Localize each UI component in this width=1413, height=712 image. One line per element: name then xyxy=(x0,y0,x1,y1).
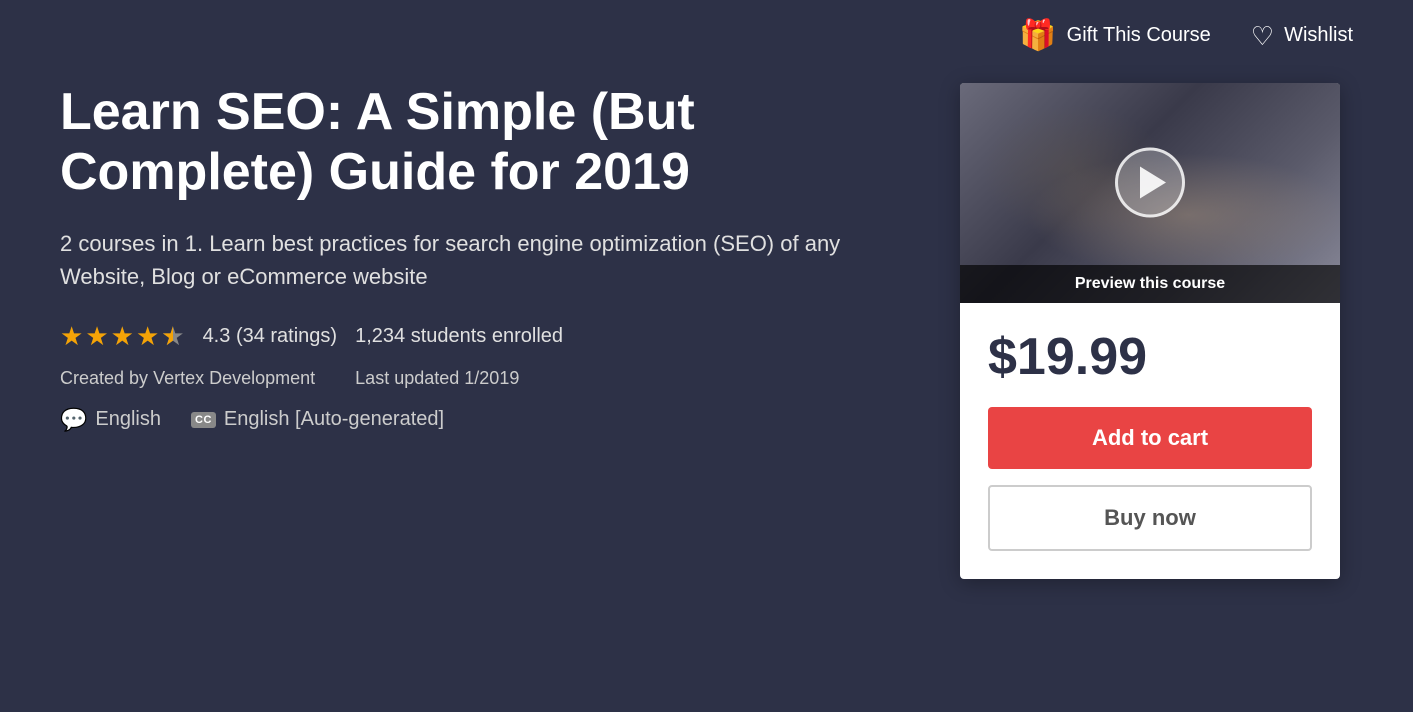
course-card: Preview this course $19.99 Add to cart B… xyxy=(960,83,1340,579)
cc-badge: CC xyxy=(191,412,216,428)
course-subtitle: 2 courses in 1. Learn best practices for… xyxy=(60,227,860,293)
star-rating: ★ ★ ★ ★ xyxy=(60,321,185,352)
students-count: 1,234 students enrolled xyxy=(355,325,563,348)
meta-row: Created by Vertex Development Last updat… xyxy=(60,368,920,389)
language-item: 💬 English xyxy=(60,407,161,433)
author-value: Vertex Development xyxy=(153,368,315,388)
play-button[interactable] xyxy=(1115,148,1185,218)
top-actions: 🎁 Gift This Course ♡ Wishlist xyxy=(0,0,1413,63)
card-body: $19.99 Add to cart Buy now xyxy=(960,303,1340,579)
updated-label: Last updated xyxy=(355,368,459,388)
add-to-cart-button[interactable]: Add to cart xyxy=(988,407,1312,469)
wishlist-label: Wishlist xyxy=(1284,24,1353,47)
author-info: Created by Vertex Development xyxy=(60,368,315,389)
gift-course-label: Gift This Course xyxy=(1067,24,1211,47)
preview-container: Preview this course xyxy=(960,83,1340,303)
language-value: English xyxy=(95,408,161,431)
star-4: ★ xyxy=(136,321,159,352)
speech-bubble-icon: 💬 xyxy=(60,407,87,433)
preview-label: Preview this course xyxy=(960,265,1340,303)
subtitles-value: English [Auto-generated] xyxy=(224,408,444,431)
wishlist-button[interactable]: ♡ Wishlist xyxy=(1251,23,1353,49)
gift-icon: 🎁 xyxy=(1019,18,1056,53)
subtitles-item: CC English [Auto-generated] xyxy=(191,408,444,431)
course-price: $19.99 xyxy=(988,327,1312,387)
author-label: Created by xyxy=(60,368,148,388)
star-5-half xyxy=(161,321,184,352)
language-row: 💬 English CC English [Auto-generated] xyxy=(60,407,920,433)
buy-now-button[interactable]: Buy now xyxy=(988,485,1312,551)
main-content: Learn SEO: A Simple (But Complete) Guide… xyxy=(0,63,1413,619)
course-title: Learn SEO: A Simple (But Complete) Guide… xyxy=(60,83,920,203)
ratings-row: ★ ★ ★ ★ 4.3 (34 ratings) 1,234 students … xyxy=(60,321,920,352)
updated-value: 1/2019 xyxy=(464,368,519,388)
updated-info: Last updated 1/2019 xyxy=(355,368,519,389)
heart-icon: ♡ xyxy=(1251,23,1274,49)
rating-value: 4.3 (34 ratings) xyxy=(203,325,338,348)
star-1: ★ xyxy=(60,321,83,352)
star-3: ★ xyxy=(111,321,134,352)
left-section: Learn SEO: A Simple (But Complete) Guide… xyxy=(60,83,920,433)
page-wrapper: 🎁 Gift This Course ♡ Wishlist Learn SEO:… xyxy=(0,0,1413,712)
gift-course-button[interactable]: 🎁 Gift This Course xyxy=(1019,18,1210,53)
play-triangle-icon xyxy=(1140,167,1166,199)
star-2: ★ xyxy=(85,321,108,352)
